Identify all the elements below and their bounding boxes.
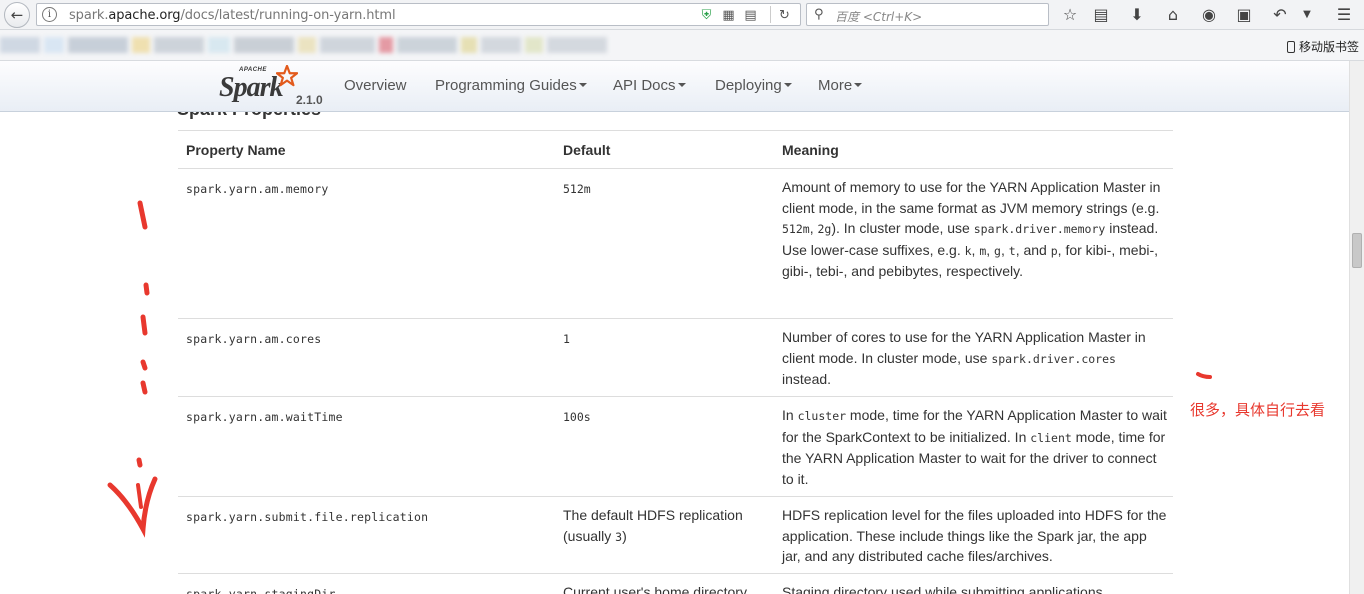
header-property-name: Property Name [186,142,286,158]
url-text[interactable]: spark.apache.org/docs/latest/running-on-… [69,8,396,23]
property-name: spark.yarn.submit.file.replication [186,510,429,524]
info-icon[interactable]: i [42,7,57,22]
table-row: spark.yarn.am.cores 1 Number of cores to… [178,318,1173,396]
property-default: 100s [563,410,591,424]
property-name: spark.yarn.am.memory [186,182,329,196]
table-row: spark.yarn.stagingDir Current user's hom… [178,573,1173,594]
qr-code-icon[interactable]: ▦ [721,8,736,23]
property-name: spark.yarn.stagingDir [186,587,336,594]
browser-toolbar: ← i spark.apache.org/docs/latest/running… [0,0,1364,30]
search-input[interactable]: 百度 <Ctrl+K> [835,8,922,25]
home-icon[interactable]: ⌂ [1162,4,1184,26]
bookmarks-bar: 移动版书签 [0,30,1364,61]
divider [770,6,771,23]
nav-api-docs[interactable]: API Docs [613,77,686,94]
mobile-bookmarks-button[interactable]: 移动版书签 [1286,38,1359,55]
table-row: spark.yarn.submit.file.replication The d… [178,496,1173,573]
page-viewport: Spark Properties APACHE Spark 2.1.0 Over… [0,61,1349,594]
table-row: spark.yarn.am.waitTime 100s In cluster m… [178,396,1173,496]
spark-navbar: APACHE Spark 2.1.0 Overview Programming … [0,61,1349,112]
blurred-bookmarks [0,37,690,53]
back-arrow-icon[interactable]: ← [4,2,30,28]
table-row: spark.yarn.am.memory 512m Amount of memo… [178,168,1173,318]
chat-icon[interactable]: ◉ [1198,4,1220,26]
header-default: Default [563,142,611,158]
caret-down-icon [578,83,587,88]
phone-icon [1286,40,1295,53]
reader-icon[interactable]: ▤ [743,8,758,23]
property-name: spark.yarn.am.cores [186,332,322,346]
property-meaning: In cluster mode, time for the YARN Appli… [782,407,1167,487]
property-meaning: Number of cores to use for the YARN Appl… [782,329,1146,388]
menu-icon[interactable]: ☰ [1333,4,1355,26]
scrollbar[interactable] [1349,61,1364,594]
annotation-note: 很多，具体自行去看 [1190,401,1326,419]
property-meaning: Amount of memory to use for the YARN App… [782,179,1161,280]
nav-overview[interactable]: Overview [344,77,407,94]
property-default: Current user's home directory [563,584,747,594]
header-meaning: Meaning [782,142,839,158]
property-meaning: Staging directory used while submitting … [782,584,1107,594]
caret-down-icon [854,83,863,88]
property-default: 1 [563,332,570,346]
properties-table: Property Name Default Meaning spark.yarn… [178,130,1173,594]
clipboard-icon[interactable]: ▤ [1090,4,1112,26]
download-icon[interactable]: ⬇ [1126,4,1148,26]
reload-icon[interactable]: ↻ [777,8,792,23]
search-icon: ⚲ [814,7,824,22]
address-bar[interactable]: i spark.apache.org/docs/latest/running-o… [36,3,801,26]
property-meaning: HDFS replication level for the files upl… [782,507,1167,565]
nav-more[interactable]: More [818,77,863,94]
caret-down-icon [783,83,792,88]
dropdown-icon[interactable]: ▼ [1296,4,1318,26]
scrollbar-thumb[interactable] [1352,233,1362,268]
property-default: The default HDFS replication (usually 3) [563,507,743,544]
property-name: spark.yarn.am.waitTime [186,410,343,424]
property-default: 512m [563,182,591,196]
nav-deploying[interactable]: Deploying [715,77,792,94]
caret-down-icon [677,83,686,88]
shield-icon[interactable]: ⛨ [699,8,714,23]
undo-icon[interactable]: ↶ [1269,4,1291,26]
star-icon[interactable]: ☆ [1059,4,1081,26]
table-header: Property Name Default Meaning [178,131,1173,168]
nav-programming-guides[interactable]: Programming Guides [435,77,587,94]
spark-logo[interactable]: APACHE Spark 2.1.0 [218,65,328,109]
search-bar[interactable]: ⚲ 百度 <Ctrl+K> [806,3,1049,26]
star-logo-icon [276,65,298,87]
crop-icon[interactable]: ▣ [1233,4,1255,26]
